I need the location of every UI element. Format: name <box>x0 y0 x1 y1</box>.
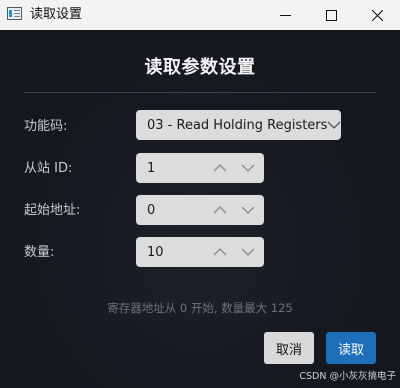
minimize-button[interactable] <box>262 0 308 30</box>
hint-text: 寄存器地址从 0 开始, 数量最大 125 <box>107 301 293 315</box>
quantity-spinbox[interactable]: 10 <box>136 237 264 267</box>
function-code-label: 功能码: <box>24 119 68 134</box>
decrement-down-icon[interactable] <box>240 202 256 218</box>
quantity-label: 数量: <box>24 245 55 260</box>
read-button[interactable]: 读取 <box>326 332 376 364</box>
title-bar: 读取设置 <box>0 0 400 30</box>
app-icon <box>7 7 22 20</box>
start-address-label: 起始地址: <box>24 203 81 218</box>
decrement-down-icon[interactable] <box>240 244 256 260</box>
function-code-select[interactable]: 03 - Read Holding Registers <box>136 110 341 140</box>
slave-id-label: 从站 ID: <box>24 161 73 176</box>
increment-up-icon[interactable] <box>212 202 228 218</box>
function-code-value: 03 - Read Holding Registers <box>147 117 328 133</box>
increment-up-icon[interactable] <box>212 160 228 176</box>
start-address-value: 0 <box>147 202 156 218</box>
cancel-button[interactable]: 取消 <box>264 332 314 364</box>
close-icon <box>371 9 383 21</box>
dialog-heading: 读取参数设置 <box>144 57 256 78</box>
start-address-spinbox[interactable]: 0 <box>136 195 264 225</box>
dialog-content: 读取参数设置 功能码: 03 - Read Holding Registers … <box>0 30 400 388</box>
dialog-window: 读取设置 读取参数设置 功能码: 03 - Read Holding Regis… <box>0 0 400 388</box>
slave-id-value: 1 <box>147 160 156 176</box>
window-title: 读取设置 <box>30 7 83 22</box>
minimize-icon <box>279 14 291 16</box>
watermark: CSDN @小灰灰搞电子 <box>299 371 396 382</box>
close-button[interactable] <box>354 0 400 30</box>
maximize-button[interactable] <box>308 0 354 30</box>
chevron-down-icon <box>327 110 341 140</box>
quantity-value: 10 <box>147 244 164 260</box>
slave-id-spinbox[interactable]: 1 <box>136 153 264 183</box>
maximize-icon <box>325 9 337 21</box>
divider <box>24 92 376 93</box>
decrement-down-icon[interactable] <box>240 160 256 176</box>
increment-up-icon[interactable] <box>212 244 228 260</box>
